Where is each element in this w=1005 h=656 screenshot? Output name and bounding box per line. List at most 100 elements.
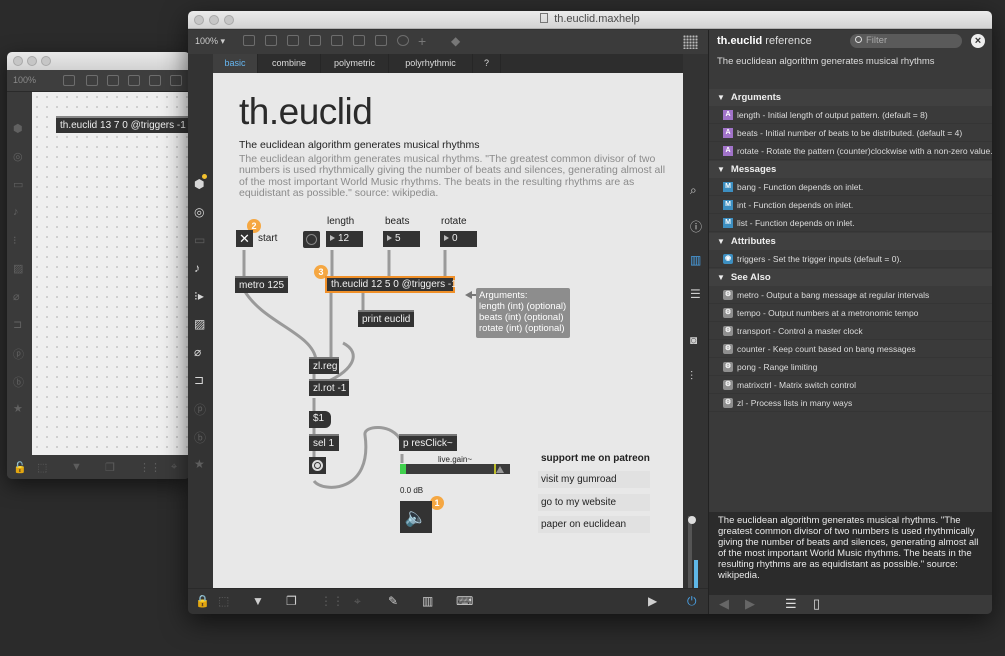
reference-row[interactable]: Arotate - Rotate the pattern (counter)cl… <box>709 143 992 160</box>
windows-icon[interactable]: ❐ <box>105 461 115 474</box>
speaker-icon[interactable]: 🔈 <box>400 501 432 533</box>
paint-bucket-icon[interactable]: ◆ <box>451 34 460 48</box>
select-icon[interactable]: ⬚ <box>218 594 229 608</box>
add-icon[interactable]: + <box>418 33 426 49</box>
object-box-icon[interactable] <box>149 75 161 86</box>
play-icon[interactable]: ▶ <box>648 594 657 608</box>
print-object[interactable]: print euclid <box>358 310 415 327</box>
camera-icon[interactable]: ◙ <box>690 333 697 347</box>
rotate-number-box[interactable]: 0 <box>440 231 477 247</box>
present-icon[interactable] <box>86 75 98 86</box>
reference-row[interactable]: Mlist - Function depends on inlet. <box>709 215 992 232</box>
package-p-icon[interactable]: ⓟ <box>194 401 206 418</box>
tab-basic[interactable]: basic <box>213 54 258 73</box>
keyboard-grid-icon[interactable] <box>683 35 698 49</box>
background-title-bar[interactable] <box>7 52 190 70</box>
minimize-traffic-light[interactable] <box>27 56 37 66</box>
close-box-icon[interactable] <box>128 75 140 86</box>
lock-toggle-icon[interactable] <box>243 35 255 46</box>
back-arrow-icon[interactable]: ◀ <box>719 596 729 612</box>
object-box-icon[interactable] <box>331 35 343 46</box>
tab-help[interactable]: ? <box>473 54 501 73</box>
paper-link[interactable]: paper on euclidean <box>538 516 650 533</box>
bang-button[interactable] <box>309 457 326 474</box>
zoom-level[interactable]: 100% ▾ <box>195 36 225 47</box>
mixer-icon[interactable]: ⫶ <box>690 369 693 384</box>
live-gain-slider[interactable] <box>400 464 510 474</box>
background-patcher-window[interactable]: 100% ⬢ ◎ ▭ ♪ ⁝ ▨ ⌀ ⊐ ⓟ ⓑ ★ th.euclid 13 … <box>7 52 190 479</box>
reference-row[interactable]: Mbang - Function depends on inlet. <box>709 179 992 196</box>
clip-icon[interactable]: ⌀ <box>194 345 201 359</box>
meter-knob[interactable] <box>688 516 696 524</box>
snap-icon[interactable]: ⌖ <box>171 461 177 474</box>
package-b-icon[interactable]: ⓑ <box>194 429 206 446</box>
reference-row[interactable]: ⚙ pong - Range limiting <box>709 359 992 376</box>
forward-arrow-icon[interactable]: ▶ <box>745 596 755 612</box>
presentation-icon[interactable]: ▼ <box>71 461 82 473</box>
background-euclid-object[interactable]: th.euclid 13 7 0 @triggers -1 <box>56 116 190 133</box>
message-box-icon[interactable] <box>353 35 365 46</box>
keyboard-icon[interactable]: ⌨ <box>456 594 473 608</box>
zoom-traffic-light[interactable] <box>41 56 51 66</box>
clip-icon[interactable]: ⌀ <box>13 290 20 303</box>
wrench-icon[interactable]: ✎ <box>388 594 398 608</box>
presentation-icon[interactable]: ▼ <box>252 594 264 608</box>
star-icon[interactable]: ★ <box>194 457 205 471</box>
lock-icon[interactable]: 🔒 <box>195 594 210 608</box>
help-window[interactable]: th.euclid.maxhelp 100% ▾ + ◆ basic combi… <box>188 11 992 614</box>
lock-icon[interactable]: 🔓 <box>13 461 27 474</box>
section-attributes[interactable]: ▼ Attributes <box>709 233 992 250</box>
background-patcher-canvas[interactable]: th.euclid 13 7 0 @triggers -1 <box>32 92 190 455</box>
music-note-icon[interactable]: ♪ <box>13 206 19 218</box>
present-icon[interactable] <box>265 35 277 46</box>
close-traffic-light[interactable] <box>13 56 23 66</box>
document-icon[interactable]: ▯ <box>813 596 820 612</box>
cube-icon[interactable]: ⬢ <box>13 122 23 135</box>
sel-object[interactable]: sel 1 <box>309 434 339 451</box>
reference-row[interactable]: Alength - Initial length of output patte… <box>709 107 992 124</box>
beats-number-box[interactable]: 5 <box>383 231 420 247</box>
cube-icon[interactable]: ⬢ <box>194 174 207 191</box>
reference-row[interactable]: ⚙ tempo - Output numbers at a metronomic … <box>709 305 992 322</box>
info-icon[interactable]: ⓘ <box>690 218 702 235</box>
message-box[interactable]: $1 <box>309 411 331 428</box>
tab-polyrhythmic[interactable]: polyrhythmic <box>389 54 473 73</box>
metro-object[interactable]: metro 125 <box>235 276 289 293</box>
star-icon[interactable]: ★ <box>13 402 23 415</box>
power-icon[interactable]: ⏻ <box>687 594 697 609</box>
toggle-button[interactable] <box>303 231 320 248</box>
euclid-object[interactable]: th.euclid 12 5 0 @triggers -1 <box>325 276 457 293</box>
grid-icon[interactable]: ⋮⋮ <box>139 461 161 474</box>
resclick-subpatch[interactable]: p resClick~ <box>399 434 457 451</box>
help-patch-canvas[interactable]: th.euclid The euclidean algorithm genera… <box>213 73 683 588</box>
screen-icon[interactable]: ▭ <box>13 178 23 191</box>
comment-icon[interactable] <box>287 35 299 46</box>
lock-toggle-icon[interactable] <box>63 75 75 86</box>
music-note-icon[interactable]: ♪ <box>194 261 200 275</box>
gumroad-link[interactable]: visit my gumroad <box>538 471 650 488</box>
plug-icon[interactable]: ⊐ <box>13 318 22 331</box>
filter-input[interactable]: Filter <box>850 34 962 48</box>
zlrot-object[interactable]: zl.rot -1 <box>309 379 349 396</box>
reference-row[interactable]: Abeats - Initial number of beats to be d… <box>709 125 992 142</box>
screen-icon[interactable]: ▭ <box>194 233 205 247</box>
target-icon[interactable]: ◎ <box>194 205 204 219</box>
reference-row[interactable]: ⚙ matrixctrl - Matrix switch control <box>709 377 992 394</box>
menu-icon[interactable]: ☰ <box>785 596 797 612</box>
reference-row[interactable]: ⚙ metro - Output a bang message at regula… <box>709 287 992 304</box>
reference-row[interactable]: ⚙ transport - Control a master clock <box>709 323 992 340</box>
package-b-icon[interactable]: ⓑ <box>13 374 24 390</box>
tab-polymetric[interactable]: polymetric <box>321 54 389 73</box>
reference-row[interactable]: ◉ triggers - Set the trigger inputs (defa… <box>709 251 992 268</box>
select-icon[interactable]: ⬚ <box>37 461 47 474</box>
package-p-icon[interactable]: ⓟ <box>13 346 24 362</box>
section-messages[interactable]: ▼ Messages <box>709 161 992 178</box>
window-title-bar[interactable]: th.euclid.maxhelp <box>188 11 992 29</box>
zlreg-object[interactable]: zl.reg <box>309 357 339 374</box>
background-zoom-level[interactable]: 100% <box>13 75 36 85</box>
image-icon[interactable]: ▨ <box>13 262 23 275</box>
website-link[interactable]: go to my website <box>538 494 650 511</box>
clock-icon[interactable] <box>397 35 409 46</box>
image-icon[interactable]: ▨ <box>194 317 205 331</box>
windows-icon[interactable]: ❐ <box>286 594 297 608</box>
